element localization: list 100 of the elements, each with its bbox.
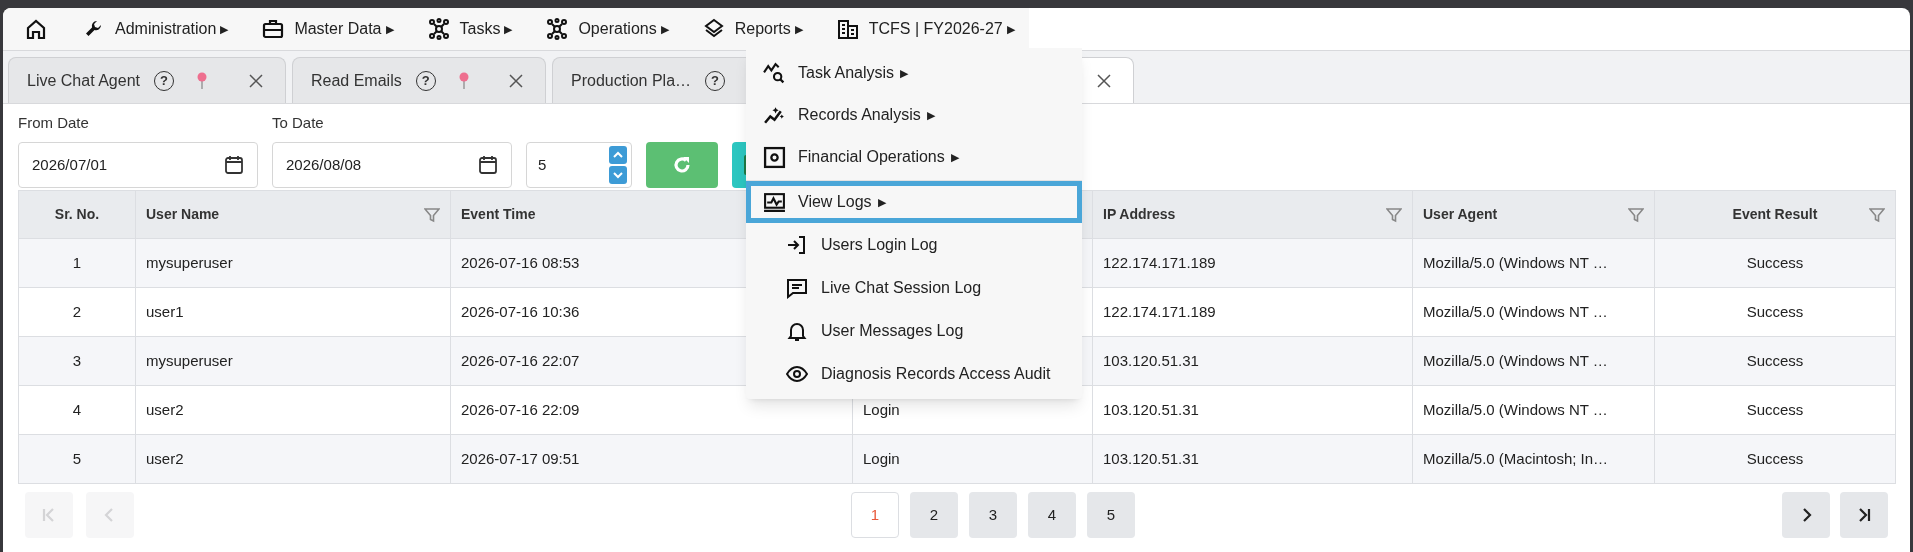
submenu-caret: ▶	[926, 107, 935, 123]
filter-icon[interactable]	[1386, 206, 1402, 223]
table-cell: Success	[1746, 302, 1804, 320]
close-icon[interactable]	[249, 73, 263, 88]
column-header: User Agent	[1423, 205, 1498, 224]
calendar-icon[interactable]	[224, 155, 244, 175]
skip-forward-icon	[1856, 507, 1872, 523]
tab-label: Read Emails	[311, 70, 402, 91]
gear-icon	[763, 145, 786, 169]
number-field[interactable]: 5	[538, 153, 547, 177]
nav-menu-item[interactable]: Administration	[115, 17, 217, 41]
table-cell: 2026-07-16 08:53	[461, 253, 580, 271]
submenu-caret: ▶	[385, 21, 394, 37]
column-header: Event Time	[461, 205, 536, 224]
table-cell: 122.174.171.189	[1103, 302, 1216, 320]
submenu-caret: ▶	[220, 21, 229, 37]
pushpin-icon[interactable]	[195, 71, 208, 90]
column-header: Event Result	[1732, 205, 1818, 224]
submenu-item[interactable]: Users Login Log	[746, 223, 1082, 266]
page-button[interactable]: 5	[1087, 492, 1135, 538]
menu-item[interactable]: Financial Operations ▶	[746, 136, 1082, 178]
network-icon	[546, 18, 569, 40]
page-button[interactable]: 2	[910, 492, 958, 538]
close-icon[interactable]	[509, 73, 523, 88]
table-cell: Mozilla/5.0 (Windows NT …	[1423, 351, 1608, 369]
monitor-icon	[763, 190, 786, 214]
submenu-item[interactable]: Live Chat Session Log	[746, 266, 1082, 309]
submenu-caret: ▶	[877, 194, 886, 210]
table-cell: Login	[863, 400, 900, 418]
field-label: To Date	[272, 112, 325, 133]
column-header: IP Address	[1103, 205, 1176, 224]
page-button[interactable]: 3	[969, 492, 1017, 538]
page-button[interactable]: 1	[851, 492, 899, 538]
chat-icon	[786, 276, 808, 299]
table-cell: 103.120.51.31	[1103, 449, 1199, 467]
table-cell: 103.120.51.31	[1103, 351, 1199, 369]
table-cell: user1	[146, 302, 184, 320]
table-cell: 3	[72, 351, 82, 369]
table-cell: Mozilla/5.0 (Windows NT …	[1423, 253, 1608, 271]
submenu-caret: ▶	[1006, 21, 1015, 37]
filter-icon[interactable]	[1869, 206, 1885, 223]
network-icon	[427, 18, 450, 40]
submenu-item[interactable]: Diagnosis Records Access Audit	[746, 352, 1082, 395]
filter-icon[interactable]	[1628, 206, 1644, 223]
table-cell: mysuperuser	[146, 351, 233, 369]
tab-label: Live Chat Agent	[27, 70, 140, 91]
table-cell: 4	[72, 400, 82, 418]
table-cell: Success	[1746, 400, 1804, 418]
spin-up-icon[interactable]	[609, 146, 627, 164]
pushpin-icon[interactable]	[457, 71, 470, 90]
nav-menu-item[interactable]: Operations	[578, 17, 657, 41]
table-cell: 122.174.171.189	[1103, 253, 1216, 271]
nav-menu-item[interactable]: Reports	[734, 17, 791, 41]
table-cell: 103.120.51.31	[1103, 400, 1199, 418]
calendar-icon[interactable]	[478, 155, 498, 175]
date-field[interactable]: 2026/08/08	[272, 142, 512, 188]
chart-search-icon	[763, 61, 786, 85]
nav-menu-item[interactable]: TCFS | FY2026-27	[868, 17, 1003, 41]
table-cell: user2	[146, 449, 184, 467]
building-icon	[836, 18, 859, 40]
column-header: User Name	[146, 205, 220, 224]
nav-menu-item[interactable]: Tasks	[459, 17, 501, 41]
tab-label: Production Pla…	[571, 70, 692, 91]
date-field[interactable]: 2026/07/01	[18, 142, 258, 188]
last-page-button[interactable]	[1840, 492, 1888, 538]
table-cell: Mozilla/5.0 (Macintosh; In…	[1423, 449, 1609, 467]
table-cell: Success	[1746, 351, 1804, 369]
submenu-caret: ▶	[660, 21, 669, 37]
submenu-caret: ▶	[504, 21, 513, 37]
table-cell: 2026-07-16 22:07	[461, 351, 580, 369]
table-cell: mysuperuser	[146, 253, 233, 271]
briefcase-icon	[262, 18, 285, 40]
skip-back-icon	[41, 507, 57, 523]
submenu-item[interactable]: User Messages Log	[746, 309, 1082, 352]
table-cell: user2	[146, 400, 184, 418]
table-cell: Mozilla/5.0 (Windows NT …	[1423, 400, 1608, 418]
submenu-caret: ▶	[794, 21, 803, 37]
submenu-caret: ▶	[900, 65, 909, 81]
table-cell: 2	[72, 302, 82, 320]
filter-icon[interactable]	[424, 206, 440, 223]
column-header: Sr. No.	[54, 205, 100, 224]
field-label: From Date	[18, 112, 90, 133]
nav-menu-item[interactable]: Master Data	[294, 17, 382, 41]
submenu-caret: ▶	[950, 149, 959, 165]
layers-icon	[702, 18, 725, 40]
table-cell: 2026-07-16 22:09	[461, 400, 580, 418]
tab[interactable]: Live Chat Agent ?	[8, 57, 286, 103]
table-cell: 2026-07-17 09:51	[461, 449, 580, 467]
spin-down-icon[interactable]	[609, 166, 627, 184]
table-cell: 1	[72, 253, 82, 271]
login-icon	[786, 233, 808, 256]
tab[interactable]: Read Emails ?	[292, 57, 546, 103]
home-icon[interactable]	[25, 18, 47, 40]
table-cell: Success	[1746, 449, 1804, 467]
page-button[interactable]: 4	[1028, 492, 1076, 538]
close-icon[interactable]	[1097, 73, 1111, 88]
menu-item[interactable]: View Logs ▶	[746, 181, 1082, 223]
refresh-button[interactable]	[646, 142, 718, 188]
table-cell: Mozilla/5.0 (Windows NT …	[1423, 302, 1608, 320]
table-cell: Success	[1746, 253, 1804, 271]
